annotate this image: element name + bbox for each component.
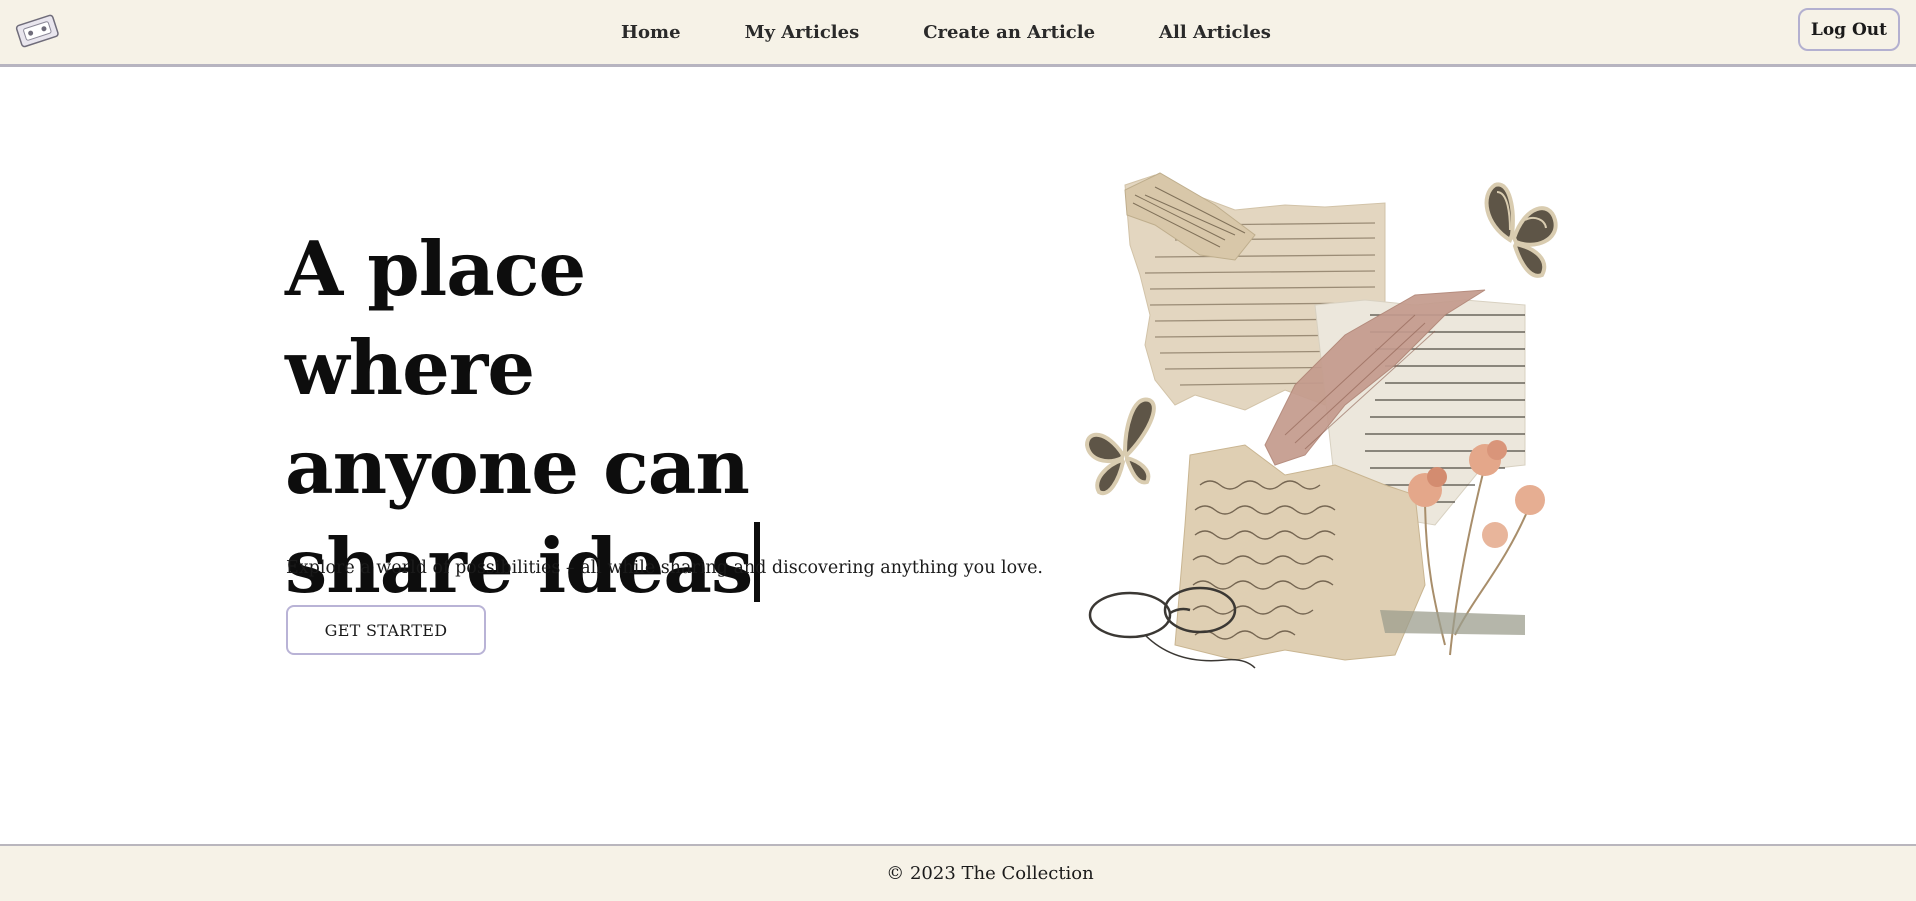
site-footer: © 2023 The Collection	[0, 844, 1916, 901]
main-nav: Home My Articles Create an Article All A…	[0, 0, 1916, 64]
nav-create-article-link[interactable]: Create an Article	[923, 22, 1095, 43]
nav-my-articles-link[interactable]: My Articles	[745, 22, 860, 43]
top-navbar: Home My Articles Create an Article All A…	[0, 0, 1916, 67]
hero-title: A place where anyone can share ideas	[285, 220, 845, 616]
footer-copyright: © 2023 The Collection	[886, 863, 1094, 884]
hero-subtitle: Explore a world of possibilities – all w…	[286, 558, 1043, 578]
hero-title-line-2: anyone can	[285, 423, 750, 511]
collage-illustration	[1085, 172, 1558, 669]
logout-button[interactable]: Log Out	[1797, 8, 1900, 51]
nav-home-link[interactable]: Home	[621, 22, 681, 43]
get-started-button[interactable]: GET STARTED	[286, 605, 486, 655]
hero-title-line-1: A place where	[285, 225, 586, 412]
nav-all-articles-link[interactable]: All Articles	[1159, 22, 1271, 43]
